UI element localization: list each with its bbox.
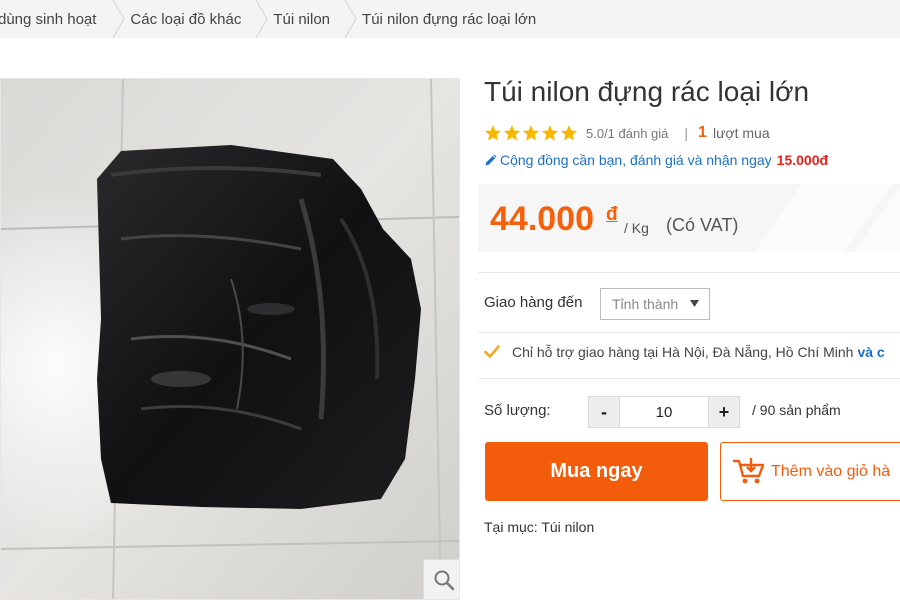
star-icon <box>522 125 540 141</box>
star-icon <box>541 125 559 141</box>
breadcrumb-separator-icon <box>253 0 273 38</box>
check-icon <box>484 345 500 358</box>
divider <box>478 378 900 379</box>
sold-count: 1 <box>698 124 707 141</box>
breadcrumb-label: dùng sinh hoạt <box>0 10 97 28</box>
rating-separator: | <box>684 125 689 141</box>
breadcrumb-label: Túi nilon đựng rác loại lớn <box>362 10 537 28</box>
divider <box>478 332 900 333</box>
promo-text: Cộng đồng cần bạn, đánh giá và nhận ngay <box>500 152 772 168</box>
price-value: 44.000 <box>490 200 594 238</box>
rating-row: 5.0/1 đánh giá | 1 lượt mua <box>484 122 770 144</box>
province-select-value: Tỉnh thành <box>612 296 679 312</box>
star-icon <box>484 125 502 141</box>
shipping-label: Giao hàng đến <box>484 294 583 311</box>
shipping-note-link[interactable]: và c <box>857 344 884 360</box>
stock-count: / 90 sản phẩm <box>752 402 841 418</box>
divider <box>478 272 900 273</box>
zoom-button[interactable] <box>423 559 459 599</box>
breadcrumb-separator-icon <box>342 0 362 38</box>
price-currency: đ <box>606 204 618 225</box>
shipping-note-text: Chỉ hỗ trợ giao hàng tại Hà Nội, Đà Nẵng… <box>512 344 854 360</box>
quantity-label: Số lượng: <box>484 402 551 419</box>
breadcrumb-label: Các loại đồ khác <box>130 10 242 28</box>
cart-icon <box>733 457 765 483</box>
province-select[interactable]: Tỉnh thành <box>600 288 710 320</box>
vat-note: (Có VAT) <box>666 215 739 235</box>
price-box: 44.000 đ / Kg (Có VAT) <box>478 184 900 252</box>
buy-now-label: Mua ngay <box>550 460 643 482</box>
breadcrumb-item[interactable]: Túi nilon <box>273 0 330 38</box>
quantity-increase-button[interactable]: + <box>708 396 740 428</box>
add-to-cart-label: Thêm vào giỏ hà <box>771 462 891 480</box>
zoom-icon <box>434 570 454 590</box>
star-icon <box>503 125 521 141</box>
product-title: Túi nilon đựng rác loại lớn <box>484 76 810 107</box>
breadcrumb-label: Túi nilon <box>273 10 331 28</box>
add-to-cart-button[interactable]: Thêm vào giỏ hà <box>720 442 900 501</box>
price-unit: / Kg <box>624 220 649 236</box>
promo-amount: 15.000đ <box>776 152 829 168</box>
rating-text[interactable]: 5.0/1 đánh giá <box>586 126 668 141</box>
quantity-input[interactable] <box>620 396 708 428</box>
breadcrumb-separator-icon <box>110 0 130 38</box>
breadcrumb-item[interactable]: dùng sinh hoạt <box>0 0 96 38</box>
breadcrumb: dùng sinh hoạt Các loại đồ khác Túi nilo… <box>0 0 900 38</box>
quantity-decrease-button[interactable]: - <box>588 396 620 428</box>
review-promo-link[interactable]: Cộng đồng cần bạn, đánh giá và nhận ngay… <box>484 152 828 168</box>
breadcrumb-item-current: Túi nilon đựng rác loại lớn <box>362 0 536 38</box>
buy-now-button[interactable]: Mua ngay <box>485 442 708 501</box>
caret-down-icon <box>690 300 699 307</box>
breadcrumb-item[interactable]: Các loại đồ khác <box>130 0 241 38</box>
shipping-note: Chỉ hỗ trợ giao hàng tại Hà Nội, Đà Nẵng… <box>484 344 885 360</box>
product-image-container[interactable] <box>0 78 460 600</box>
pencil-icon <box>485 153 497 165</box>
star-icon <box>560 125 578 141</box>
category-label[interactable]: Tại mục: Túi nilon <box>484 519 594 535</box>
quantity-stepper: - + <box>588 396 740 428</box>
product-photo <box>1 79 459 599</box>
sold-label: lượt mua <box>712 125 770 141</box>
rating-stars[interactable] <box>484 124 578 142</box>
